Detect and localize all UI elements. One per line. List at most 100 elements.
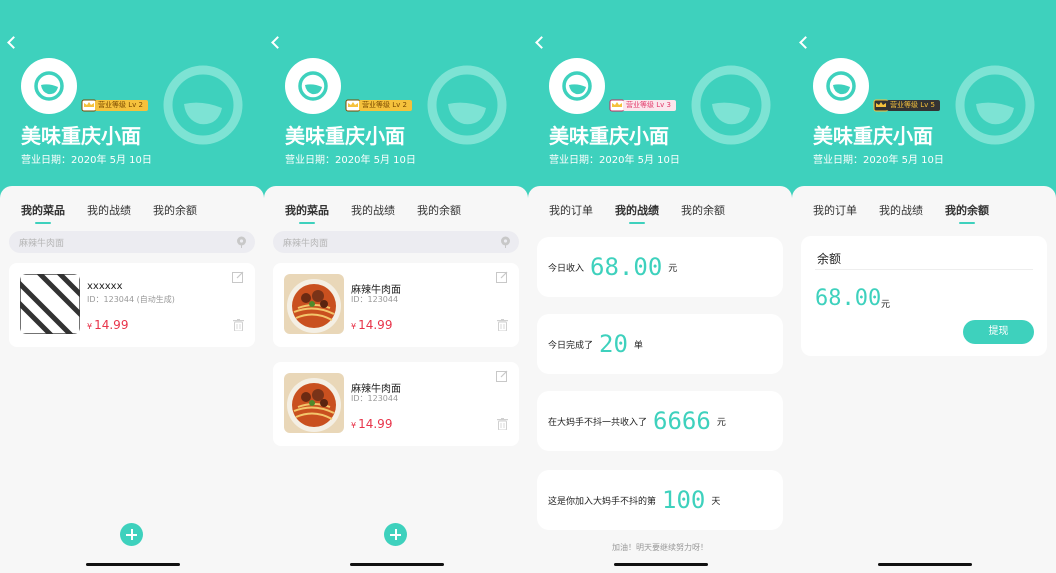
store-avatar: [549, 58, 605, 114]
screen-balance: 营业等级 Lv 5 美味重庆小面 营业日期：2020年 5月 10日 我的订单 …: [792, 0, 1056, 573]
tab-my-balance[interactable]: 我的余额: [945, 202, 989, 224]
dish-card[interactable]: xxxxxx ID：123044 (自动生成) ¥14.99: [9, 263, 255, 347]
trash-icon[interactable]: [233, 319, 244, 331]
currency-symbol: ¥: [351, 421, 357, 430]
tab-my-balance[interactable]: 我的余额: [681, 202, 725, 218]
store-name: 美味重庆小面: [21, 124, 141, 148]
stat-unit: 元: [668, 263, 678, 274]
balance-title: 余额: [817, 252, 842, 266]
stat-value: 68.00: [590, 253, 663, 281]
home-indicator: [86, 563, 180, 566]
divider: [815, 269, 1033, 270]
stat-card-today-income: 今日收入 68.00 元: [537, 237, 783, 297]
balance-card: 余额 68.00 元 提现: [801, 236, 1047, 356]
dish-id: ID：123044: [351, 295, 399, 304]
stat-card-total-income: 在大妈手不抖一共收入了 6666 元: [537, 391, 783, 451]
search-placeholder: 麻辣牛肉面: [19, 239, 65, 249]
tab-bar: 我的菜品 我的战绩 我的余额: [264, 202, 528, 224]
level-badge: 营业等级 Lv 5: [873, 98, 940, 112]
level-label: 营业等级 Lv 2: [95, 99, 148, 111]
dish-id: ID：123044 (自动生成): [87, 295, 175, 304]
back-icon[interactable]: [534, 34, 548, 52]
add-dish-button[interactable]: [384, 523, 407, 546]
tab-my-balance[interactable]: 我的余额: [153, 202, 197, 218]
tab-bar: 我的订单 我的战绩 我的余额: [528, 202, 792, 224]
open-date: 营业日期：2020年 5月 10日: [285, 155, 416, 166]
stat-value: 100: [662, 486, 706, 514]
add-dish-button[interactable]: [120, 523, 143, 546]
dish-card[interactable]: 麻辣牛肉面 ID：123044 ¥14.99: [273, 362, 519, 446]
logo-watermark-icon: [426, 64, 508, 146]
dish-id: ID：123044: [351, 394, 399, 403]
price-value: 14.99: [358, 318, 393, 332]
level-badge: 营业等级 Lv 2: [345, 98, 412, 112]
store-avatar: [813, 58, 869, 114]
tab-my-record[interactable]: 我的战绩: [351, 202, 395, 218]
search-input[interactable]: 麻辣牛肉面: [9, 231, 255, 253]
withdraw-button[interactable]: 提现: [963, 320, 1034, 344]
open-date: 营业日期：2020年 5月 10日: [549, 155, 680, 166]
tab-my-balance[interactable]: 我的余额: [417, 202, 461, 218]
stat-value: 20: [599, 330, 628, 358]
price-value: 14.99: [358, 417, 393, 431]
content-panel: 我的菜品 我的战绩 我的余额 麻辣牛肉面 xxxxxx ID：123044 (自…: [0, 186, 264, 573]
tab-my-orders[interactable]: 我的订单: [813, 202, 857, 218]
location-pin-icon[interactable]: [500, 236, 511, 248]
home-indicator: [614, 563, 708, 566]
dish-price: ¥14.99: [87, 318, 128, 332]
screen-record: 营业等级 Lv 3 美味重庆小面 营业日期：2020年 5月 10日 我的订单 …: [528, 0, 792, 573]
dish-image: [284, 373, 344, 433]
level-badge: 营业等级 Lv 2: [81, 98, 148, 112]
app-mockup-board: 营业等级 Lv 2 美味重庆小面 营业日期：2020年 5月 10日 我的菜品 …: [0, 0, 1056, 573]
tab-my-dishes[interactable]: 我的菜品: [21, 202, 65, 224]
stat-card-days-joined: 这是你加入大妈手不抖的第 100 天: [537, 470, 783, 530]
tab-my-orders[interactable]: 我的订单: [549, 202, 593, 218]
level-label: 营业等级 Lv 2: [359, 99, 412, 111]
open-date: 营业日期：2020年 5月 10日: [21, 155, 152, 166]
logo-watermark-icon: [162, 64, 244, 146]
search-input[interactable]: 麻辣牛肉面: [273, 231, 519, 253]
edit-icon[interactable]: [496, 370, 508, 382]
dish-card[interactable]: 麻辣牛肉面 ID：123044 ¥14.99: [273, 263, 519, 347]
store-header: 营业等级 Lv 2 美味重庆小面 营业日期：2020年 5月 10日: [0, 0, 264, 200]
balance-unit: 元: [881, 300, 891, 310]
stat-unit: 天: [711, 496, 721, 507]
open-date: 营业日期：2020年 5月 10日: [813, 155, 944, 166]
stat-unit: 单: [633, 340, 643, 351]
dish-name: xxxxxx: [87, 281, 123, 292]
store-name: 美味重庆小面: [549, 124, 669, 148]
stat-card-today-orders: 今日完成了 20 单: [537, 314, 783, 374]
logo-watermark-icon: [954, 64, 1036, 146]
price-value: 14.99: [94, 318, 129, 332]
stat-label: 今日收入: [548, 263, 585, 274]
edit-icon[interactable]: [232, 271, 244, 283]
back-icon[interactable]: [6, 34, 20, 52]
level-label: 营业等级 Lv 5: [887, 99, 940, 111]
balance-amount: 68.00: [815, 286, 882, 311]
trash-icon[interactable]: [497, 319, 508, 331]
search-placeholder: 麻辣牛肉面: [283, 239, 329, 249]
stat-label: 这是你加入大妈手不抖的第: [548, 496, 657, 507]
trash-icon[interactable]: [497, 418, 508, 430]
store-header: 营业等级 Lv 3 美味重庆小面 营业日期：2020年 5月 10日: [528, 0, 792, 200]
stat-label: 今日完成了: [548, 340, 594, 351]
stat-label: 在大妈手不抖一共收入了: [548, 417, 648, 428]
level-badge: 营业等级 Lv 3: [609, 98, 676, 112]
tab-my-record[interactable]: 我的战绩: [87, 202, 131, 218]
store-name: 美味重庆小面: [285, 124, 405, 148]
tab-bar: 我的订单 我的战绩 我的余额: [792, 202, 1056, 224]
store-header: 营业等级 Lv 2 美味重庆小面 营业日期：2020年 5月 10日: [264, 0, 528, 200]
store-name: 美味重庆小面: [813, 124, 933, 148]
stat-unit: 元: [716, 417, 726, 428]
screen-dishes-empty: 营业等级 Lv 2 美味重庆小面 营业日期：2020年 5月 10日 我的菜品 …: [0, 0, 264, 573]
home-indicator: [350, 563, 444, 566]
screen-dishes-list: 营业等级 Lv 2 美味重庆小面 营业日期：2020年 5月 10日 我的菜品 …: [264, 0, 528, 573]
tab-my-record[interactable]: 我的战绩: [879, 202, 923, 218]
tab-my-dishes[interactable]: 我的菜品: [285, 202, 329, 224]
edit-icon[interactable]: [496, 271, 508, 283]
location-pin-icon[interactable]: [236, 236, 247, 248]
currency-symbol: ¥: [87, 322, 93, 331]
tab-my-record[interactable]: 我的战绩: [615, 202, 659, 224]
back-icon[interactable]: [798, 34, 812, 52]
back-icon[interactable]: [270, 34, 284, 52]
